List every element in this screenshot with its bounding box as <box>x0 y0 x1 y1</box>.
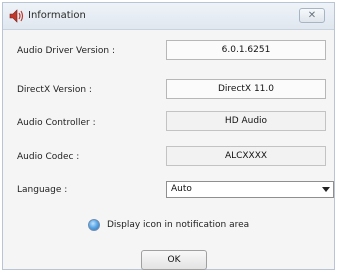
chevron-down-icon <box>322 187 330 192</box>
language-select[interactable]: Auto <box>166 181 334 198</box>
close-button[interactable]: ✕ <box>299 8 325 23</box>
close-icon: ✕ <box>307 10 317 21</box>
window-title: Information <box>28 10 86 21</box>
information-dialog: Information ✕ Audio Driver Version : 6.0… <box>2 2 335 270</box>
speaker-icon <box>9 9 24 23</box>
radio-icon[interactable] <box>88 219 100 231</box>
audio-driver-version-label: Audio Driver Version : <box>17 46 115 56</box>
audio-driver-version-value: 6.0.1.6251 <box>166 40 326 60</box>
audio-controller-value: HD Audio <box>166 111 326 131</box>
ok-button[interactable]: OK <box>141 250 207 270</box>
audio-codec-value: ALCXXXX <box>166 146 326 166</box>
language-label: Language : <box>17 185 68 195</box>
audio-controller-label: Audio Controller : <box>17 118 96 128</box>
directx-version-label: DirectX Version : <box>17 85 92 95</box>
language-selected-value: Auto <box>171 184 192 194</box>
dialog-content: Audio Driver Version : 6.0.1.6251 Direct… <box>3 30 334 270</box>
audio-codec-label: Audio Codec : <box>17 152 80 162</box>
notification-option-label: Display icon in notification area <box>107 220 250 230</box>
title-bar: Information ✕ <box>3 3 334 30</box>
directx-version-value: DirectX 11.0 <box>166 79 326 99</box>
